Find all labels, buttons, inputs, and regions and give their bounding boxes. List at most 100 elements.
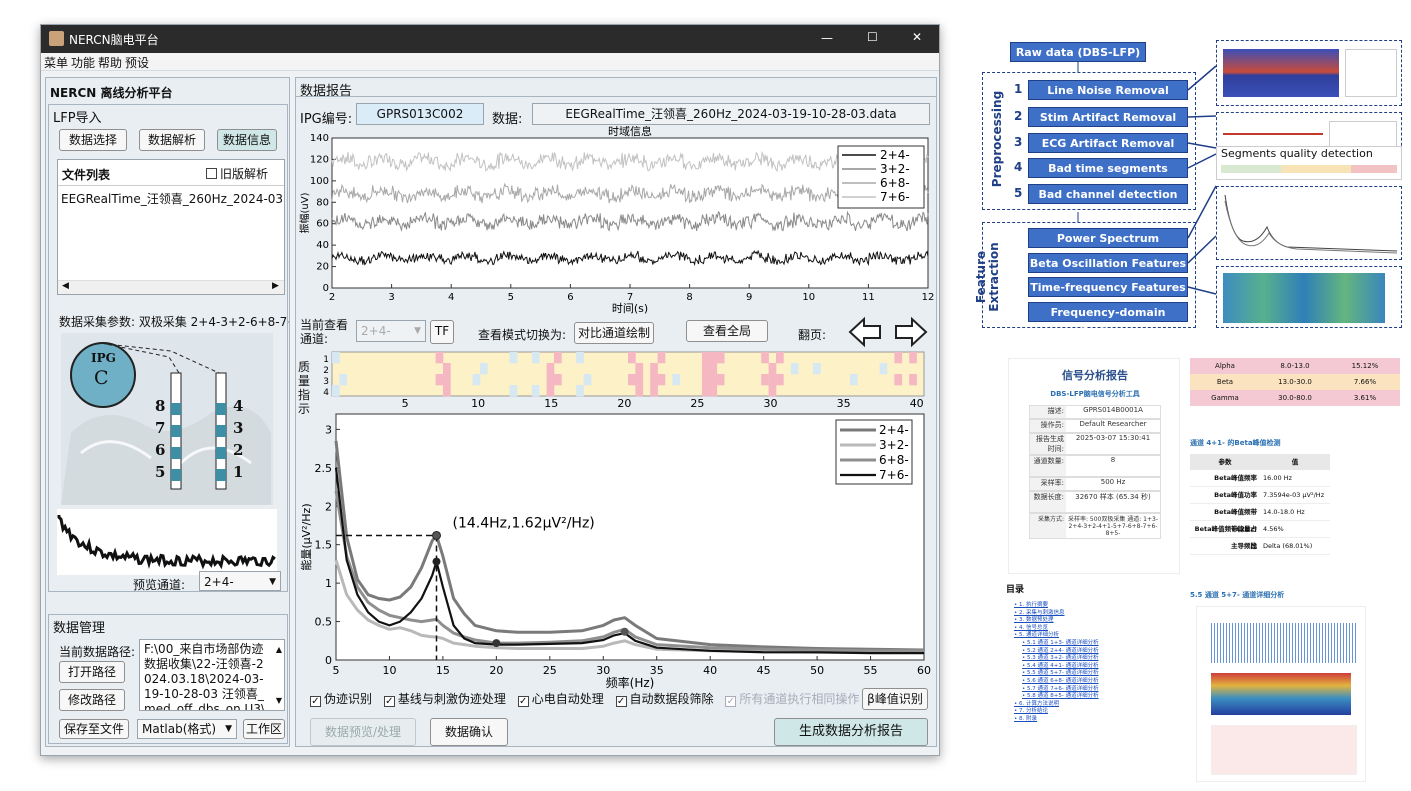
current-channel-select[interactable]: 2+4- ▼ <box>356 320 426 342</box>
power-spectrum-chart: 5 10 15 20 25 30 35 40 45 50 55 6000.511.522.53频率(H… <box>299 413 931 690</box>
heatmap-cell <box>546 385 555 397</box>
toc-item[interactable]: • 5. 通道详细分析 <box>1014 632 1184 640</box>
data-mgmt-title: 数据管理 <box>53 621 106 636</box>
page-label: 翻页: <box>798 328 827 342</box>
lfp-section-title: LFP导入 <box>53 111 102 126</box>
heatmap-cell <box>850 374 858 386</box>
scroll-right-icon[interactable]: ▶ <box>272 281 279 291</box>
title-bar: NERCN脑电平台 — ☐ ✕ <box>41 25 939 53</box>
heatmap-cell <box>443 363 451 375</box>
x-tick-label: 55 <box>864 664 878 677</box>
peak-marker <box>432 557 441 566</box>
x-tick-label: 11 <box>862 292 875 303</box>
legend-label: 6+8- <box>880 176 910 190</box>
current-path-box[interactable]: F:\00_来自市场部伪迹数据收集\22-汪领喜-2024.03.18\2024… <box>139 639 285 711</box>
open-path-button[interactable]: 打开路径 <box>59 661 125 683</box>
save-to-file-button[interactable]: 保存至文件 <box>59 719 129 739</box>
menu-preset[interactable]: 预设 <box>125 53 149 72</box>
beta-table: 参数值 Beta峰值频率 16.00 Hz Beta峰值功率 7.3594e-03 … <box>1190 454 1330 555</box>
baseline-stim-checkbox[interactable]: ✓ 基线与刺激伪迹处理 <box>383 692 506 707</box>
time-chart-title: 时域信息 <box>608 126 652 138</box>
preview-channel-select[interactable]: 2+4- ▼ <box>199 571 281 591</box>
section-5-5-title: 5.5 通道 5+7- 通道详细分析 <box>1190 591 1285 599</box>
ecg-auto-checkbox[interactable]: ✓ 心电自动处理 <box>517 692 604 707</box>
scroll-up-icon[interactable]: ▲ <box>276 642 282 657</box>
beta-peak-button[interactable]: β峰值识别 <box>862 688 928 710</box>
preview-channel-label: 预览通道: <box>133 578 186 592</box>
toc-item[interactable]: • 5.8 通道 8+5- 通道详细分析 <box>1014 693 1184 701</box>
x-tick-label: 2 <box>329 292 335 303</box>
toc-title: 目录 <box>1006 585 1025 595</box>
heatmap-cell <box>709 363 718 375</box>
scroll-left-icon[interactable]: ◀ <box>62 281 69 291</box>
view-all-button[interactable]: 查看全局 <box>686 320 768 342</box>
heatmap-cell <box>480 363 488 375</box>
current-path-label: 当前数据路径: <box>59 645 136 659</box>
y-tick-label: 100 <box>310 176 329 187</box>
spectrum-y-label: 能量(μV²/Hz) <box>299 503 313 570</box>
edit-path-button[interactable]: 修改路径 <box>59 689 125 711</box>
heatmap-cell <box>576 385 584 397</box>
data-select-button[interactable]: 数据选择 <box>59 129 127 151</box>
generate-report-button[interactable]: 生成数据分析报告 <box>774 718 928 746</box>
options-row: ✓ 伪迹识别 ✓ 基线与刺激伪迹处理 ✓ 心电自动处理 ✓ 自动数据段筛除 ✓ 所有通道执… <box>310 690 930 710</box>
chevron-down-icon: ▼ <box>269 577 276 587</box>
file-list-item[interactable]: EEGRealTime_汪领喜_260Hz_2024-03-19- <box>61 190 283 207</box>
ipg-no-field[interactable]: GPRS013C002 <box>356 103 484 125</box>
workspace-button[interactable]: 工作区 <box>243 719 285 739</box>
toc-item[interactable]: • 5.7 通道 7+6- 通道详细分析 <box>1014 686 1184 694</box>
heatmap-cell <box>709 385 718 397</box>
compare-channel-button[interactable]: 对比通道绘制 <box>574 322 654 344</box>
menu-main[interactable]: 菜单 <box>41 53 71 72</box>
file-list: 文件列表 旧版解析 EEGRealTime_汪领喜_260Hz_2024-03-… <box>57 159 285 295</box>
heatmap-cell <box>768 374 777 386</box>
peak-annotation: (14.4Hz,1.62μV²/Hz) <box>452 515 594 531</box>
toc-item[interactable]: • 5.1 通道 1+3- 通道详细分析 <box>1014 640 1184 648</box>
scroll-down-icon[interactable]: ▼ <box>276 693 282 708</box>
heatmap-cell <box>576 352 584 364</box>
maximize-button[interactable]: ☐ <box>867 30 878 44</box>
data-label: 数据: <box>492 112 523 127</box>
x-tick-label: 4 <box>448 292 454 303</box>
old-parse-label: 旧版解析 <box>220 167 269 181</box>
format-select[interactable]: Matlab(格式) ▼ <box>137 719 237 739</box>
menu-function[interactable]: 功能 <box>71 53 95 72</box>
spectrum-x-label: 频率(Hz) <box>606 675 655 690</box>
data-parse-button[interactable]: 数据解析 <box>139 129 205 151</box>
menu-help[interactable]: 帮助 <box>95 53 125 72</box>
y-tick-label: 0.5 <box>315 616 333 629</box>
heatmap-cell <box>546 374 555 386</box>
tf-button[interactable]: TF <box>430 320 454 344</box>
y-tick-label: 20 <box>316 262 329 273</box>
report-page-1: 信号分析报告 DBS-LFP脑电信号分析工具 描述: GPRS014B0001A … <box>1008 358 1180 574</box>
horizontal-scrollbar[interactable]: ◀ ▶ <box>58 280 284 294</box>
toc-item[interactable]: • 5.5 通道 5+7- 通道详细分析 <box>1014 670 1184 678</box>
same-op-all-checkbox[interactable]: ✓ 所有通道执行相同操作 <box>725 692 859 707</box>
toc-item[interactable]: • 5.3 通道 3+2- 通道详细分析 <box>1014 655 1184 663</box>
toc-item[interactable]: • 8. 附录 <box>1014 716 1184 724</box>
prev-page-arrow-icon[interactable] <box>848 316 882 348</box>
data-file-field[interactable]: EEGRealTime_汪领喜_260Hz_2024-03-19-10-28-0… <box>532 103 930 125</box>
data-confirm-button[interactable]: 数据确认 <box>430 718 508 746</box>
close-button[interactable]: ✕ <box>912 30 922 44</box>
data-management-panel: 数据管理 当前数据路径: 打开路径 修改路径 F:\00_来自市场部伪迹数据收集… <box>48 614 288 744</box>
heatmap-cell <box>628 374 636 386</box>
peak-marker <box>431 530 441 540</box>
toc-item[interactable]: • 1. 执行摘要 <box>1014 602 1184 610</box>
current-channel-label: 当前查看通道: <box>300 318 349 346</box>
x-tick-label: 45 <box>757 664 771 677</box>
heatmap-cell <box>761 374 769 386</box>
toc-item[interactable]: • 7. 分析结论 <box>1014 708 1184 716</box>
y-tick-label: 120 <box>310 154 329 165</box>
preview-process-button[interactable]: 数据预览/处理 <box>310 718 416 746</box>
lfp-import-panel: LFP导入 数据选择 数据解析 数据信息 文件列表 旧版解析 EEGRealTi… <box>48 104 289 592</box>
artifact-detect-checkbox[interactable]: ✓ 伪迹识别 <box>310 692 372 707</box>
auto-segment-checkbox[interactable]: ✓ 自动数据段筛除 <box>615 692 714 707</box>
data-info-button[interactable]: 数据信息 <box>217 129 277 151</box>
minimize-button[interactable]: — <box>821 31 833 45</box>
x-tick-label: 5 <box>333 664 340 677</box>
next-page-arrow-icon[interactable] <box>894 316 928 348</box>
old-parse-checkbox[interactable]: 旧版解析 <box>206 165 268 182</box>
toc-item[interactable]: • 5.6 通道 6+8- 通道详细分析 <box>1014 678 1184 686</box>
toc-item[interactable]: • 3. 数据预处理 <box>1014 617 1184 625</box>
